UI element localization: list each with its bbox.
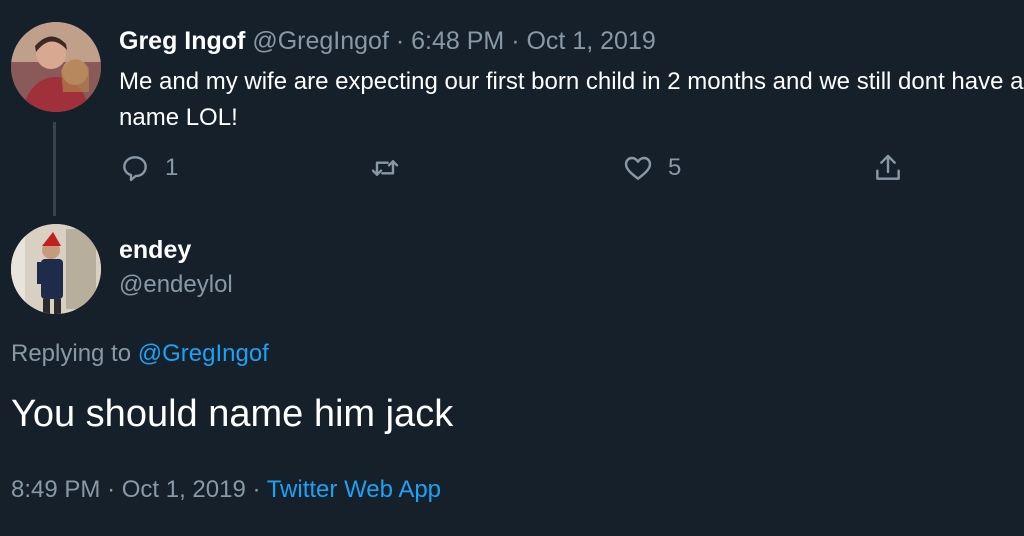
- tweet-text: Me and my wife are expecting our first b…: [119, 68, 1024, 131]
- reply-button[interactable]: 1: [119, 152, 178, 184]
- like-button[interactable]: 5: [622, 152, 681, 184]
- comment-icon: [123, 156, 147, 182]
- tweet-separator: ·: [395, 27, 405, 55]
- retweet-icon: [371, 160, 399, 176]
- tweet-time[interactable]: 6:48 PM: [411, 27, 504, 55]
- greg-avatar[interactable]: [11, 22, 101, 112]
- reply-meta: 8:49 PM · Oct 1, 2019 · Twitter Web App: [11, 476, 441, 504]
- thread-connector-line: [53, 122, 56, 216]
- retweet-button[interactable]: [369, 152, 401, 184]
- tweet-author-handle[interactable]: @GregIngof: [252, 27, 389, 55]
- tweet-action-bar: 1 5: [119, 152, 919, 188]
- share-button[interactable]: [872, 152, 904, 184]
- reply-source-link[interactable]: Twitter Web App: [267, 476, 441, 503]
- tweet-date[interactable]: Oct 1, 2019: [526, 27, 655, 55]
- like-count: 5: [668, 154, 682, 181]
- reply-time[interactable]: 8:49 PM: [11, 476, 100, 503]
- reply-date[interactable]: Oct 1, 2019: [122, 476, 246, 503]
- endey-avatar[interactable]: [11, 224, 101, 314]
- replying-to-line: Replying to @GregIngof: [11, 340, 269, 368]
- meta-separator: ·: [107, 476, 116, 503]
- heart-icon: [624, 156, 652, 180]
- meta-separator: ·: [252, 476, 261, 503]
- replying-to-link[interactable]: @GregIngof: [138, 340, 269, 367]
- replying-to-label: Replying to: [11, 340, 132, 367]
- reply-count: 1: [165, 154, 179, 181]
- tweet-author-name[interactable]: Greg Ingof: [119, 27, 245, 55]
- share-icon: [876, 154, 900, 180]
- endey-avatar-image: [11, 224, 101, 314]
- tweet-header: Greg Ingof @GregIngof · 6:48 PM · Oct 1,…: [119, 27, 656, 56]
- tweet-separator: ·: [511, 27, 520, 55]
- reply-author-name[interactable]: endey: [119, 236, 191, 265]
- reply-author-handle[interactable]: @endeylol: [119, 271, 233, 299]
- greg-avatar-image: [11, 22, 101, 112]
- reply-text: You should name him jack: [11, 393, 454, 435]
